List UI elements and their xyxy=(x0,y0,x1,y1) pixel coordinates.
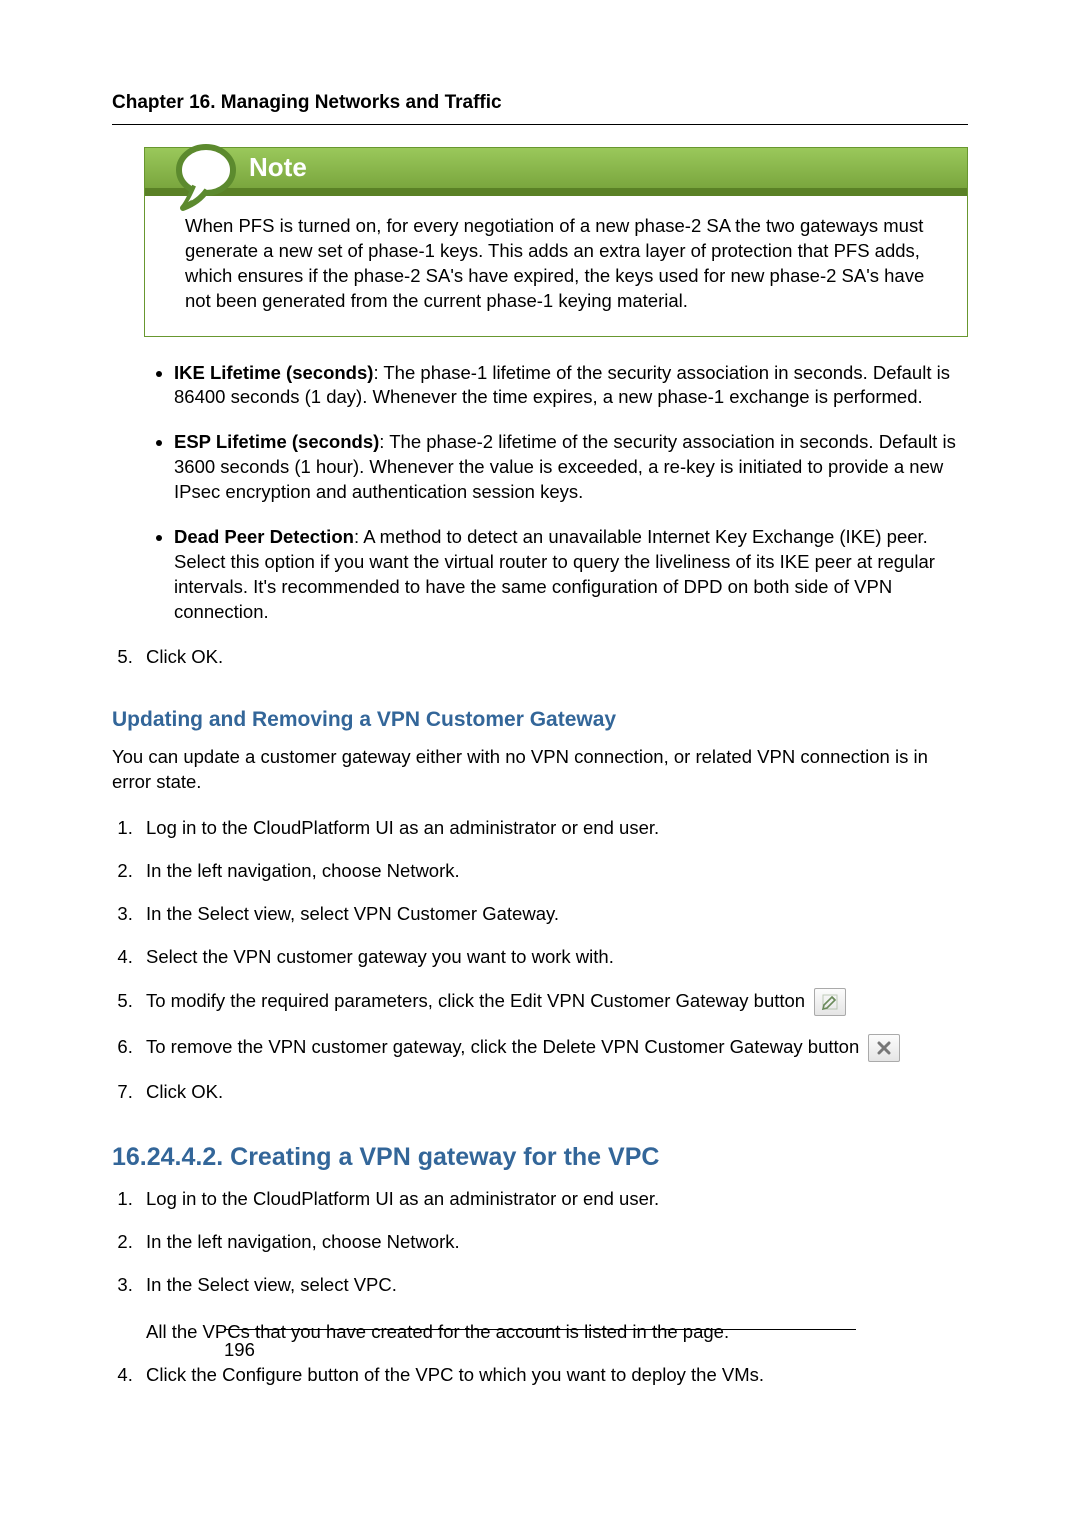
term-esp: ESP Lifetime (seconds) xyxy=(174,431,379,452)
step-text: To modify the required parameters, click… xyxy=(146,990,805,1011)
term-ike: IKE Lifetime (seconds) xyxy=(174,362,373,383)
list-item: IKE Lifetime (seconds): The phase-1 life… xyxy=(174,361,968,411)
note-body: When PFS is turned on, for every negotia… xyxy=(145,196,967,336)
edit-icon[interactable] xyxy=(814,988,846,1016)
note-callout: Note When PFS is turned on, for every ne… xyxy=(144,147,968,337)
step-2: In the left navigation, choose Network. xyxy=(138,859,968,884)
intro-text: You can update a customer gateway either… xyxy=(112,745,968,795)
parameter-list: IKE Lifetime (seconds): The phase-1 life… xyxy=(112,361,968,626)
step-4: Select the VPN customer gateway you want… xyxy=(138,945,968,970)
step-7: Click OK. xyxy=(138,1080,968,1105)
step-5: To modify the required parameters, click… xyxy=(138,988,968,1016)
step-2: In the left navigation, choose Network. xyxy=(138,1230,968,1255)
subheading-updating: Updating and Removing a VPN Customer Gat… xyxy=(112,706,968,734)
step-4: Click the Configure button of the VPC to… xyxy=(138,1363,968,1388)
steps-continued: Click OK. xyxy=(112,645,968,670)
step-6: To remove the VPN customer gateway, clic… xyxy=(138,1034,968,1062)
step-text: To remove the VPN customer gateway, clic… xyxy=(146,1036,859,1057)
speech-bubble-icon xyxy=(173,142,239,212)
note-title: Note xyxy=(145,148,967,196)
term-dpd: Dead Peer Detection xyxy=(174,526,354,547)
page-footer: 196 xyxy=(224,1329,856,1363)
step-text: In the Select view, select VPC. xyxy=(146,1274,397,1295)
page-number: 196 xyxy=(224,1338,856,1363)
update-steps: Log in to the CloudPlatform UI as an adm… xyxy=(112,816,968,1105)
step-3: In the Select view, select VPN Customer … xyxy=(138,902,968,927)
list-item: ESP Lifetime (seconds): The phase-2 life… xyxy=(174,430,968,505)
step-1: Log in to the CloudPlatform UI as an adm… xyxy=(138,816,968,841)
chapter-header: Chapter 16. Managing Networks and Traffi… xyxy=(112,90,968,125)
footer-rule xyxy=(224,1329,856,1330)
list-item: Dead Peer Detection: A method to detect … xyxy=(174,525,968,625)
delete-icon[interactable] xyxy=(868,1034,900,1062)
step-5: Click OK. xyxy=(138,645,968,670)
step-1: Log in to the CloudPlatform UI as an adm… xyxy=(138,1187,968,1212)
page-content: Chapter 16. Managing Networks and Traffi… xyxy=(112,90,968,1437)
heading-vpc-gateway: 16.24.4.2. Creating a VPN gateway for th… xyxy=(112,1141,968,1175)
